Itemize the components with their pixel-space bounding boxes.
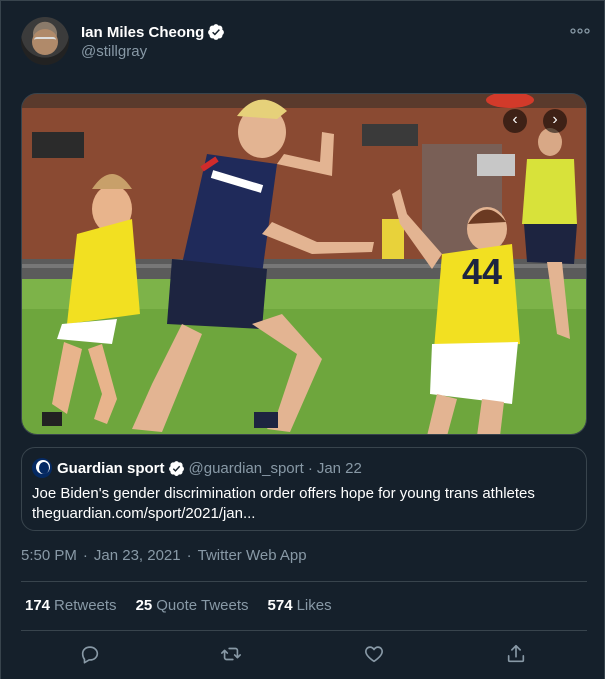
tweet-metadata: 5:50 PM · Jan 23, 2021 · Twitter Web App [21, 547, 307, 564]
like-button[interactable] [363, 643, 387, 667]
retweets-count: 174 [25, 597, 51, 614]
more-horizontal-icon[interactable] [569, 23, 591, 39]
divider [21, 630, 587, 631]
jersey-number: 44 [462, 251, 502, 292]
tweet-media-photo[interactable]: 44 [21, 93, 587, 435]
quoted-link[interactable]: theguardian.com/sport/2021/jan... [32, 504, 580, 524]
quoted-date: Jan 22 [316, 459, 362, 477]
share-button[interactable] [505, 643, 529, 667]
verified-badge-icon [208, 24, 225, 40]
reply-icon [81, 646, 99, 664]
separator-dot: · [186, 547, 192, 564]
separator-dot: · [82, 547, 88, 564]
quoted-handle: @guardian_sport [188, 459, 304, 477]
quote-tweets-stat[interactable]: 25 Quote Tweets [136, 597, 249, 614]
divider [21, 581, 587, 582]
tweet-detail: Ian Miles Cheong @stillgray 44 ‹ › Guard… [0, 0, 605, 679]
quote-tweets-label: Quote Tweets [156, 597, 249, 614]
retweets-stat[interactable]: 174 Retweets [25, 597, 117, 614]
quote-tweets-count: 25 [135, 597, 153, 614]
retweet-button[interactable] [220, 643, 244, 667]
retweets-label: Retweets [54, 597, 117, 614]
quoted-tweet-card[interactable]: Guardian sport @guardian_sport · Jan 22 … [21, 447, 587, 531]
reply-button[interactable] [79, 643, 103, 667]
author-name-row[interactable]: Ian Miles Cheong [81, 23, 225, 41]
author-avatar[interactable] [21, 17, 69, 65]
author-display-name[interactable]: Ian Miles Cheong [81, 24, 204, 41]
quoted-text-line: Joe Biden's gender discrimination order … [32, 485, 535, 502]
likes-stat[interactable]: 574 Likes [268, 597, 332, 614]
quoted-tweet-text: Joe Biden's gender discrimination order … [32, 484, 580, 524]
tweet-stats: 174 Retweets 25 Quote Tweets 574 Likes [25, 597, 351, 614]
guardian-avatar[interactable] [32, 458, 52, 478]
author-handle[interactable]: @stillgray [81, 43, 147, 60]
separator-dot: · [307, 459, 313, 477]
tweet-source[interactable]: Twitter Web App [198, 547, 307, 564]
heart-icon [365, 646, 383, 663]
football-photo: 44 [22, 94, 586, 434]
next-image-button[interactable]: › [543, 109, 567, 133]
tweet-date[interactable]: Jan 23, 2021 [94, 547, 181, 564]
tweet-action-bar [21, 641, 587, 671]
share-icon [507, 644, 525, 663]
retweet-icon [221, 647, 241, 661]
likes-label: Likes [296, 597, 332, 614]
likes-count: 574 [267, 597, 293, 614]
verified-badge-icon [168, 460, 184, 476]
tweet-header: Ian Miles Cheong @stillgray [21, 15, 591, 67]
tweet-time[interactable]: 5:50 PM [21, 547, 77, 564]
quoted-display-name: Guardian sport [57, 459, 165, 477]
quoted-tweet-header: Guardian sport @guardian_sport · Jan 22 [32, 458, 362, 478]
previous-image-button[interactable]: ‹ [503, 109, 527, 133]
